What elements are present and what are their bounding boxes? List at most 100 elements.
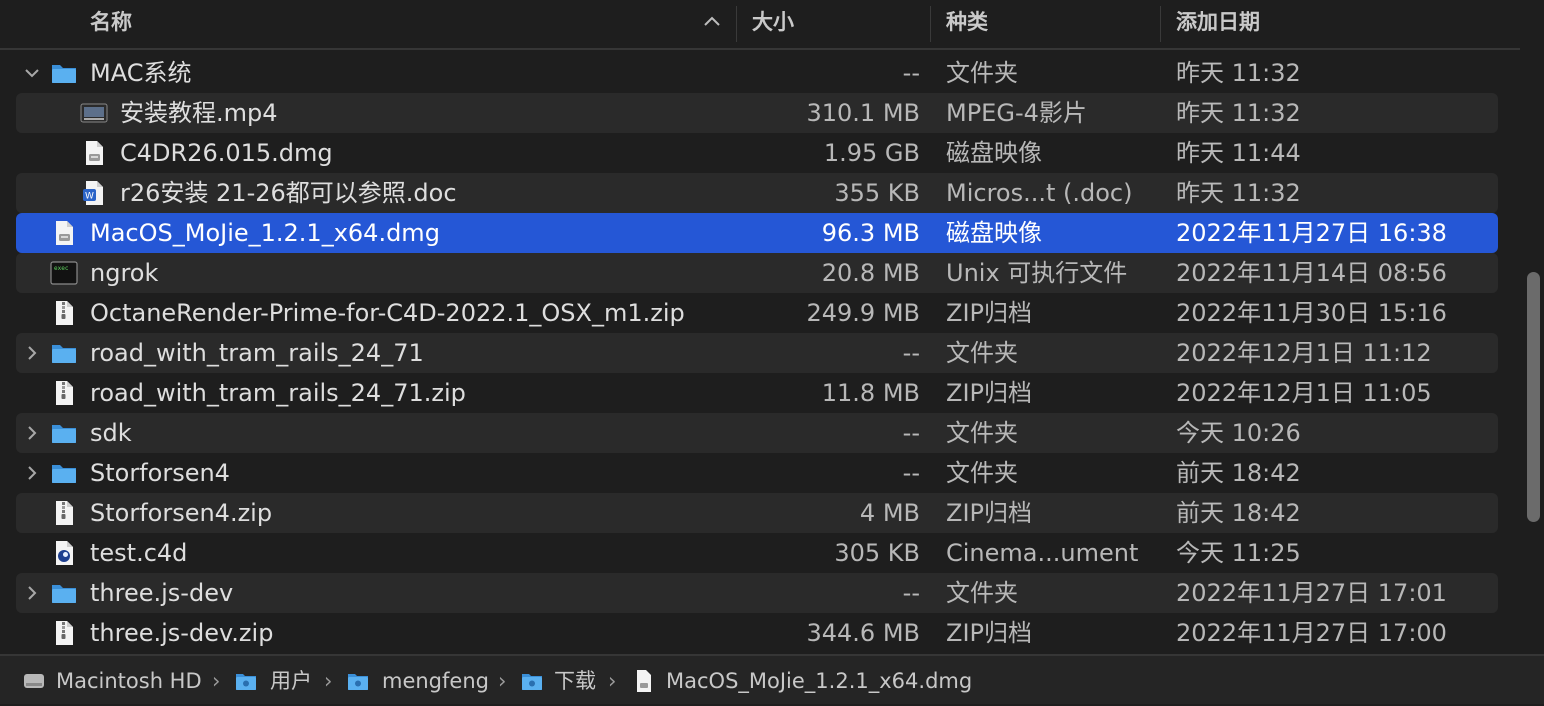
column-divider[interactable] <box>736 6 737 42</box>
file-date-added: 今天 11:25 <box>1176 539 1301 567</box>
file-kind: Unix 可执行文件 <box>946 259 1128 287</box>
path-item-macintosh-hd[interactable]: Macintosh HD <box>56 656 202 706</box>
file-row[interactable]: test.c4d 305 KB Cinema...ument 今天 11:25 <box>0 533 1520 573</box>
file-size: -- <box>902 579 920 607</box>
video-file-icon <box>80 99 108 127</box>
file-date-added: 2022年11月27日 17:00 <box>1176 619 1447 647</box>
file-date-added: 昨天 11:32 <box>1176 59 1301 87</box>
file-name: Storforsen4.zip <box>90 499 273 527</box>
file-name: 安装教程.mp4 <box>120 99 278 127</box>
chevron-right-icon: › <box>608 669 617 693</box>
file-name: OctaneRender-Prime-for-C4D-2022.1_OSX_m1… <box>90 299 685 327</box>
chevron-right-icon: › <box>324 669 333 693</box>
file-kind: 文件夹 <box>946 339 1018 367</box>
file-row[interactable]: OctaneRender-Prime-for-C4D-2022.1_OSX_m1… <box>0 293 1520 333</box>
path-item-mengfeng[interactable]: mengfeng <box>382 656 489 706</box>
path-item-current-file[interactable]: MacOS_MoJie_1.2.1_x64.dmg <box>666 656 972 706</box>
file-date-added: 2022年11月27日 16:38 <box>1176 219 1447 247</box>
file-kind: Cinema...ument <box>946 539 1139 567</box>
chevron-right-icon[interactable] <box>22 463 42 483</box>
file-row[interactable]: Storforsen4.zip 4 MB ZIP归档 前天 18:42 <box>0 493 1520 533</box>
folder-icon <box>50 59 78 87</box>
file-name: ngrok <box>90 259 159 287</box>
column-divider[interactable] <box>930 6 931 42</box>
hard-drive-icon <box>22 668 46 694</box>
file-kind: 文件夹 <box>946 459 1018 487</box>
scrollbar-thumb[interactable] <box>1527 272 1540 522</box>
sort-ascending-icon[interactable] <box>700 10 724 34</box>
folder-icon <box>50 339 78 367</box>
file-name: three.js-dev <box>90 579 234 607</box>
file-kind: 文件夹 <box>946 419 1018 447</box>
chevron-right-icon: › <box>212 669 221 693</box>
disk-image-icon <box>632 668 656 694</box>
column-header-name[interactable]: 名称 <box>90 0 132 48</box>
file-date-added: 前天 18:42 <box>1176 459 1301 487</box>
file-row[interactable]: three.js-dev -- 文件夹 2022年11月27日 17:01 <box>0 573 1520 613</box>
downloads-folder-icon <box>520 668 544 694</box>
chevron-right-icon[interactable] <box>22 583 42 603</box>
file-size: -- <box>902 59 920 87</box>
file-size: 310.1 MB <box>806 99 920 127</box>
zip-file-icon <box>50 299 78 327</box>
folder-icon <box>50 579 78 607</box>
file-size: 4 MB <box>859 499 920 527</box>
file-kind: ZIP归档 <box>946 619 1032 647</box>
file-date-added: 今天 10:26 <box>1176 419 1301 447</box>
file-date-added: 2022年12月1日 11:05 <box>1176 379 1432 407</box>
file-kind: MPEG-4影片 <box>946 99 1087 127</box>
terminal-executable-icon <box>50 259 78 287</box>
folder-icon <box>50 419 78 447</box>
chevron-down-icon[interactable] <box>22 63 42 83</box>
file-name: C4DR26.015.dmg <box>120 139 333 167</box>
file-date-added: 2022年11月14日 08:56 <box>1176 259 1447 287</box>
file-row[interactable]: C4DR26.015.dmg 1.95 GB 磁盘映像 昨天 11:44 <box>0 133 1520 173</box>
chevron-right-icon[interactable] <box>22 343 42 363</box>
file-date-added: 2022年11月27日 17:01 <box>1176 579 1447 607</box>
column-header-size[interactable]: 大小 <box>752 0 794 48</box>
file-row[interactable]: 安装教程.mp4 310.1 MB MPEG-4影片 昨天 11:32 <box>0 93 1520 133</box>
file-date-added: 2022年11月30日 15:16 <box>1176 299 1447 327</box>
file-kind: ZIP归档 <box>946 499 1032 527</box>
file-name: MAC系统 <box>90 59 192 87</box>
file-row-selected[interactable]: MacOS_MoJie_1.2.1_x64.dmg 96.3 MB 磁盘映像 2… <box>0 213 1520 253</box>
file-name: road_with_tram_rails_24_71.zip <box>90 379 466 407</box>
file-size: -- <box>902 459 920 487</box>
column-header-date-added[interactable]: 添加日期 <box>1176 0 1260 48</box>
file-size: 96.3 MB <box>821 219 920 247</box>
file-kind: 文件夹 <box>946 579 1018 607</box>
file-row[interactable]: ngrok 20.8 MB Unix 可执行文件 2022年11月14日 08:… <box>0 253 1520 293</box>
file-list: MAC系统 -- 文件夹 昨天 11:32 安装教程.mp4 310.1 MB … <box>0 53 1520 653</box>
file-size: 1.95 GB <box>823 139 920 167</box>
file-kind: 磁盘映像 <box>946 139 1042 167</box>
file-row[interactable]: road_with_tram_rails_24_71.zip 11.8 MB Z… <box>0 373 1520 413</box>
chevron-right-icon[interactable] <box>22 423 42 443</box>
file-kind: ZIP归档 <box>946 299 1032 327</box>
file-kind: Micros...t (.doc) <box>946 179 1133 207</box>
file-size: 355 KB <box>834 179 920 207</box>
column-header-kind[interactable]: 种类 <box>946 0 988 48</box>
file-row[interactable]: r26安装 21-26都可以参照.doc 355 KB Micros...t (… <box>0 173 1520 213</box>
file-kind: ZIP归档 <box>946 379 1032 407</box>
file-row[interactable]: road_with_tram_rails_24_71 -- 文件夹 2022年1… <box>0 333 1520 373</box>
cinema4d-file-icon <box>50 539 78 567</box>
file-row[interactable]: Storforsen4 -- 文件夹 前天 18:42 <box>0 453 1520 493</box>
file-name: test.c4d <box>90 539 188 567</box>
path-item-users[interactable]: 用户 <box>270 656 312 706</box>
file-size: -- <box>902 419 920 447</box>
file-row[interactable]: three.js-dev.zip 344.6 MB ZIP归档 2022年11月… <box>0 613 1520 653</box>
zip-file-icon <box>50 619 78 647</box>
path-bar: Macintosh HD › 用户 › mengfeng › 下载 › MacO… <box>0 654 1544 704</box>
word-document-icon <box>80 179 108 207</box>
file-name: r26安装 21-26都可以参照.doc <box>120 179 457 207</box>
path-item-downloads[interactable]: 下载 <box>554 656 596 706</box>
column-divider[interactable] <box>1160 6 1161 42</box>
disk-image-icon <box>50 219 78 247</box>
file-row[interactable]: MAC系统 -- 文件夹 昨天 11:32 <box>0 53 1520 93</box>
file-row[interactable]: sdk -- 文件夹 今天 10:26 <box>0 413 1520 453</box>
file-kind: 文件夹 <box>946 59 1018 87</box>
column-header: 名称 大小 种类 添加日期 <box>0 0 1520 50</box>
file-size: -- <box>902 339 920 367</box>
file-date-added: 2022年12月1日 11:12 <box>1176 339 1432 367</box>
file-date-added: 昨天 11:44 <box>1176 139 1301 167</box>
